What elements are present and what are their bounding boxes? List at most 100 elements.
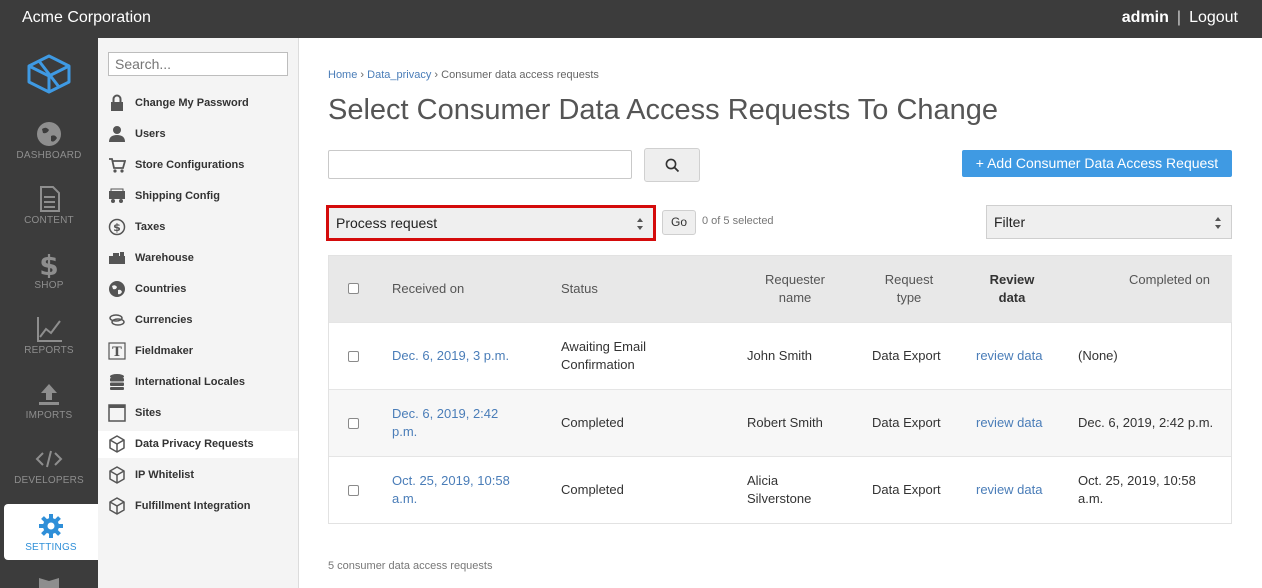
sidebar-item-taxes[interactable]: $ Taxes [98, 214, 298, 241]
sidebar-item-store-configurations[interactable]: Store Configurations [98, 152, 298, 179]
review-data-link[interactable]: review data [976, 481, 1042, 499]
column-header-completed-on[interactable]: Completed on [1129, 271, 1210, 289]
review-data-link[interactable]: review data [976, 347, 1042, 365]
truck-icon [109, 188, 125, 203]
select-arrows-icon [637, 218, 643, 230]
sidebar-item-fulfillment-integration[interactable]: Fulfillment Integration [98, 493, 298, 520]
chart-icon [37, 317, 62, 342]
sidebar-item-ip-whitelist[interactable]: IP Whitelist [98, 462, 298, 489]
received-on-link[interactable]: Oct. 25, 2019, 10:58 a.m. [392, 472, 510, 508]
sidebar-item-users[interactable]: Users [98, 121, 298, 148]
sidebar-item-international-locales[interactable]: International Locales [98, 369, 298, 396]
sidebar-search-input[interactable] [108, 52, 288, 76]
header-line: type [896, 290, 922, 305]
column-header-received-on[interactable]: Received on [392, 280, 464, 298]
sidebar-item-label: Store Configurations [135, 159, 245, 171]
sidebar-item-data-privacy-requests[interactable]: Data Privacy Requests [98, 431, 298, 458]
upload-icon [39, 384, 59, 405]
header-line: name [778, 290, 812, 305]
received-on-link[interactable]: Dec. 6, 2019, 2:42 p.m. [392, 405, 498, 441]
search-button[interactable] [644, 148, 700, 182]
sidebar-item-label: Fulfillment Integration [135, 500, 251, 512]
database-icon [110, 374, 124, 390]
logout-link[interactable]: Logout [1189, 9, 1238, 26]
sidebar-item-label: Fieldmaker [135, 345, 194, 357]
sidebar-item-label: Countries [135, 283, 187, 295]
search-icon [665, 158, 680, 173]
nav-imports[interactable]: IMPORTS [0, 380, 98, 436]
column-header-requester-name[interactable]: Requester name [755, 271, 835, 307]
row-checkbox[interactable] [348, 351, 359, 362]
nav-developers[interactable]: DEVELOPERS [0, 445, 98, 501]
user-name[interactable]: admin [1122, 9, 1169, 26]
request-type-cell: Data Export [872, 348, 941, 363]
breadcrumb-section-link[interactable]: Data_privacy [367, 69, 431, 81]
request-type-cell: Data Export [872, 482, 941, 497]
completed-header-cell: Completed on [1063, 256, 1232, 322]
row-checkbox[interactable] [348, 485, 359, 496]
nav-settings[interactable]: SETTINGS [4, 504, 98, 560]
column-header-request-type[interactable]: Request type [874, 271, 944, 307]
cell-line: a.m. [1078, 491, 1104, 506]
row-checkbox[interactable] [348, 418, 359, 429]
cell-line: Oct. 25, 2019, 10:58 [1078, 473, 1196, 488]
status-cell: Completed [561, 481, 624, 499]
breadcrumb-current: Consumer data access requests [441, 69, 599, 81]
requester-cell: Robert Smith [747, 414, 823, 432]
globe-icon [37, 122, 61, 146]
select-arrows-icon [1215, 217, 1221, 229]
filter-select[interactable]: Filter [986, 205, 1232, 239]
code-icon [35, 450, 63, 468]
cube-logo-icon[interactable] [26, 54, 72, 94]
nav-label: IMPORTS [25, 410, 73, 421]
sidebar-item-countries[interactable]: Countries [98, 276, 298, 303]
box-icon [109, 435, 125, 453]
coin-icon: $ [108, 218, 126, 236]
requester-cell: Alicia Silverstone [747, 472, 811, 508]
action-select[interactable]: Process request [326, 205, 656, 241]
review-data-link[interactable]: review data [976, 414, 1042, 432]
header-line: Review [989, 272, 1035, 287]
add-request-button[interactable]: + Add Consumer Data Access Request [962, 150, 1232, 177]
column-header-status[interactable]: Status [561, 280, 598, 298]
search-input[interactable] [328, 150, 632, 179]
sidebar-item-label: International Locales [135, 376, 246, 388]
nav-shop[interactable]: $ SHOP [0, 250, 98, 306]
sidebar-item-label: IP Whitelist [135, 469, 195, 481]
sidebar-item-sites[interactable]: Sites [98, 400, 298, 427]
sidebar-item-fieldmaker[interactable]: T Fieldmaker [98, 338, 298, 365]
sidebar-item-currencies[interactable]: Currencies [98, 307, 298, 334]
money-icon [109, 314, 125, 326]
sidebar-item-label: Sites [135, 407, 162, 419]
go-button[interactable]: Go [662, 210, 696, 235]
cell-line: Oct. 25, 2019, 10:58 [392, 473, 510, 488]
received-on-link[interactable]: Dec. 6, 2019, 3 p.m. [392, 347, 509, 365]
globe-icon [109, 281, 125, 297]
request-type-cell: Data Export [872, 415, 941, 430]
sidebar-item-label: Warehouse [135, 252, 194, 264]
header-line: data [998, 290, 1026, 305]
sidebar-item-warehouse[interactable]: Warehouse [98, 245, 298, 272]
settings-sidebar: Change My Password Users Store Configura… [98, 38, 299, 588]
requests-table: Received on Status Requester name Reques… [328, 255, 1232, 524]
sidebar-item-label: Change My Password [135, 97, 249, 109]
sidebar-item-label: Data Privacy Requests [135, 438, 254, 450]
svg-text:$: $ [113, 221, 121, 234]
sidebar-item-change-password[interactable]: Change My Password [98, 90, 298, 117]
book-icon[interactable] [38, 576, 60, 588]
page-title: Select Consumer Data Access Requests To … [328, 94, 999, 126]
box-icon [109, 466, 125, 484]
document-icon [40, 186, 60, 212]
cell-line: Confirmation [561, 357, 635, 372]
sidebar-item-shipping-config[interactable]: Shipping Config [98, 183, 298, 210]
nav-content[interactable]: CONTENT [0, 185, 98, 241]
completed-on-cell: Dec. 6, 2019, 2:42 p.m. [1078, 414, 1213, 432]
breadcrumb-home-link[interactable]: Home [328, 69, 357, 81]
nav-dashboard[interactable]: DASHBOARD [0, 120, 98, 176]
nav-reports[interactable]: REPORTS [0, 315, 98, 371]
sidebar-item-label: Currencies [135, 314, 193, 326]
cell-line: Completed [561, 415, 624, 430]
status-cell: Awaiting Email Confirmation [561, 338, 646, 374]
select-all-checkbox[interactable] [348, 283, 359, 294]
breadcrumb: Home › Data_privacy › Consumer data acce… [328, 69, 599, 81]
